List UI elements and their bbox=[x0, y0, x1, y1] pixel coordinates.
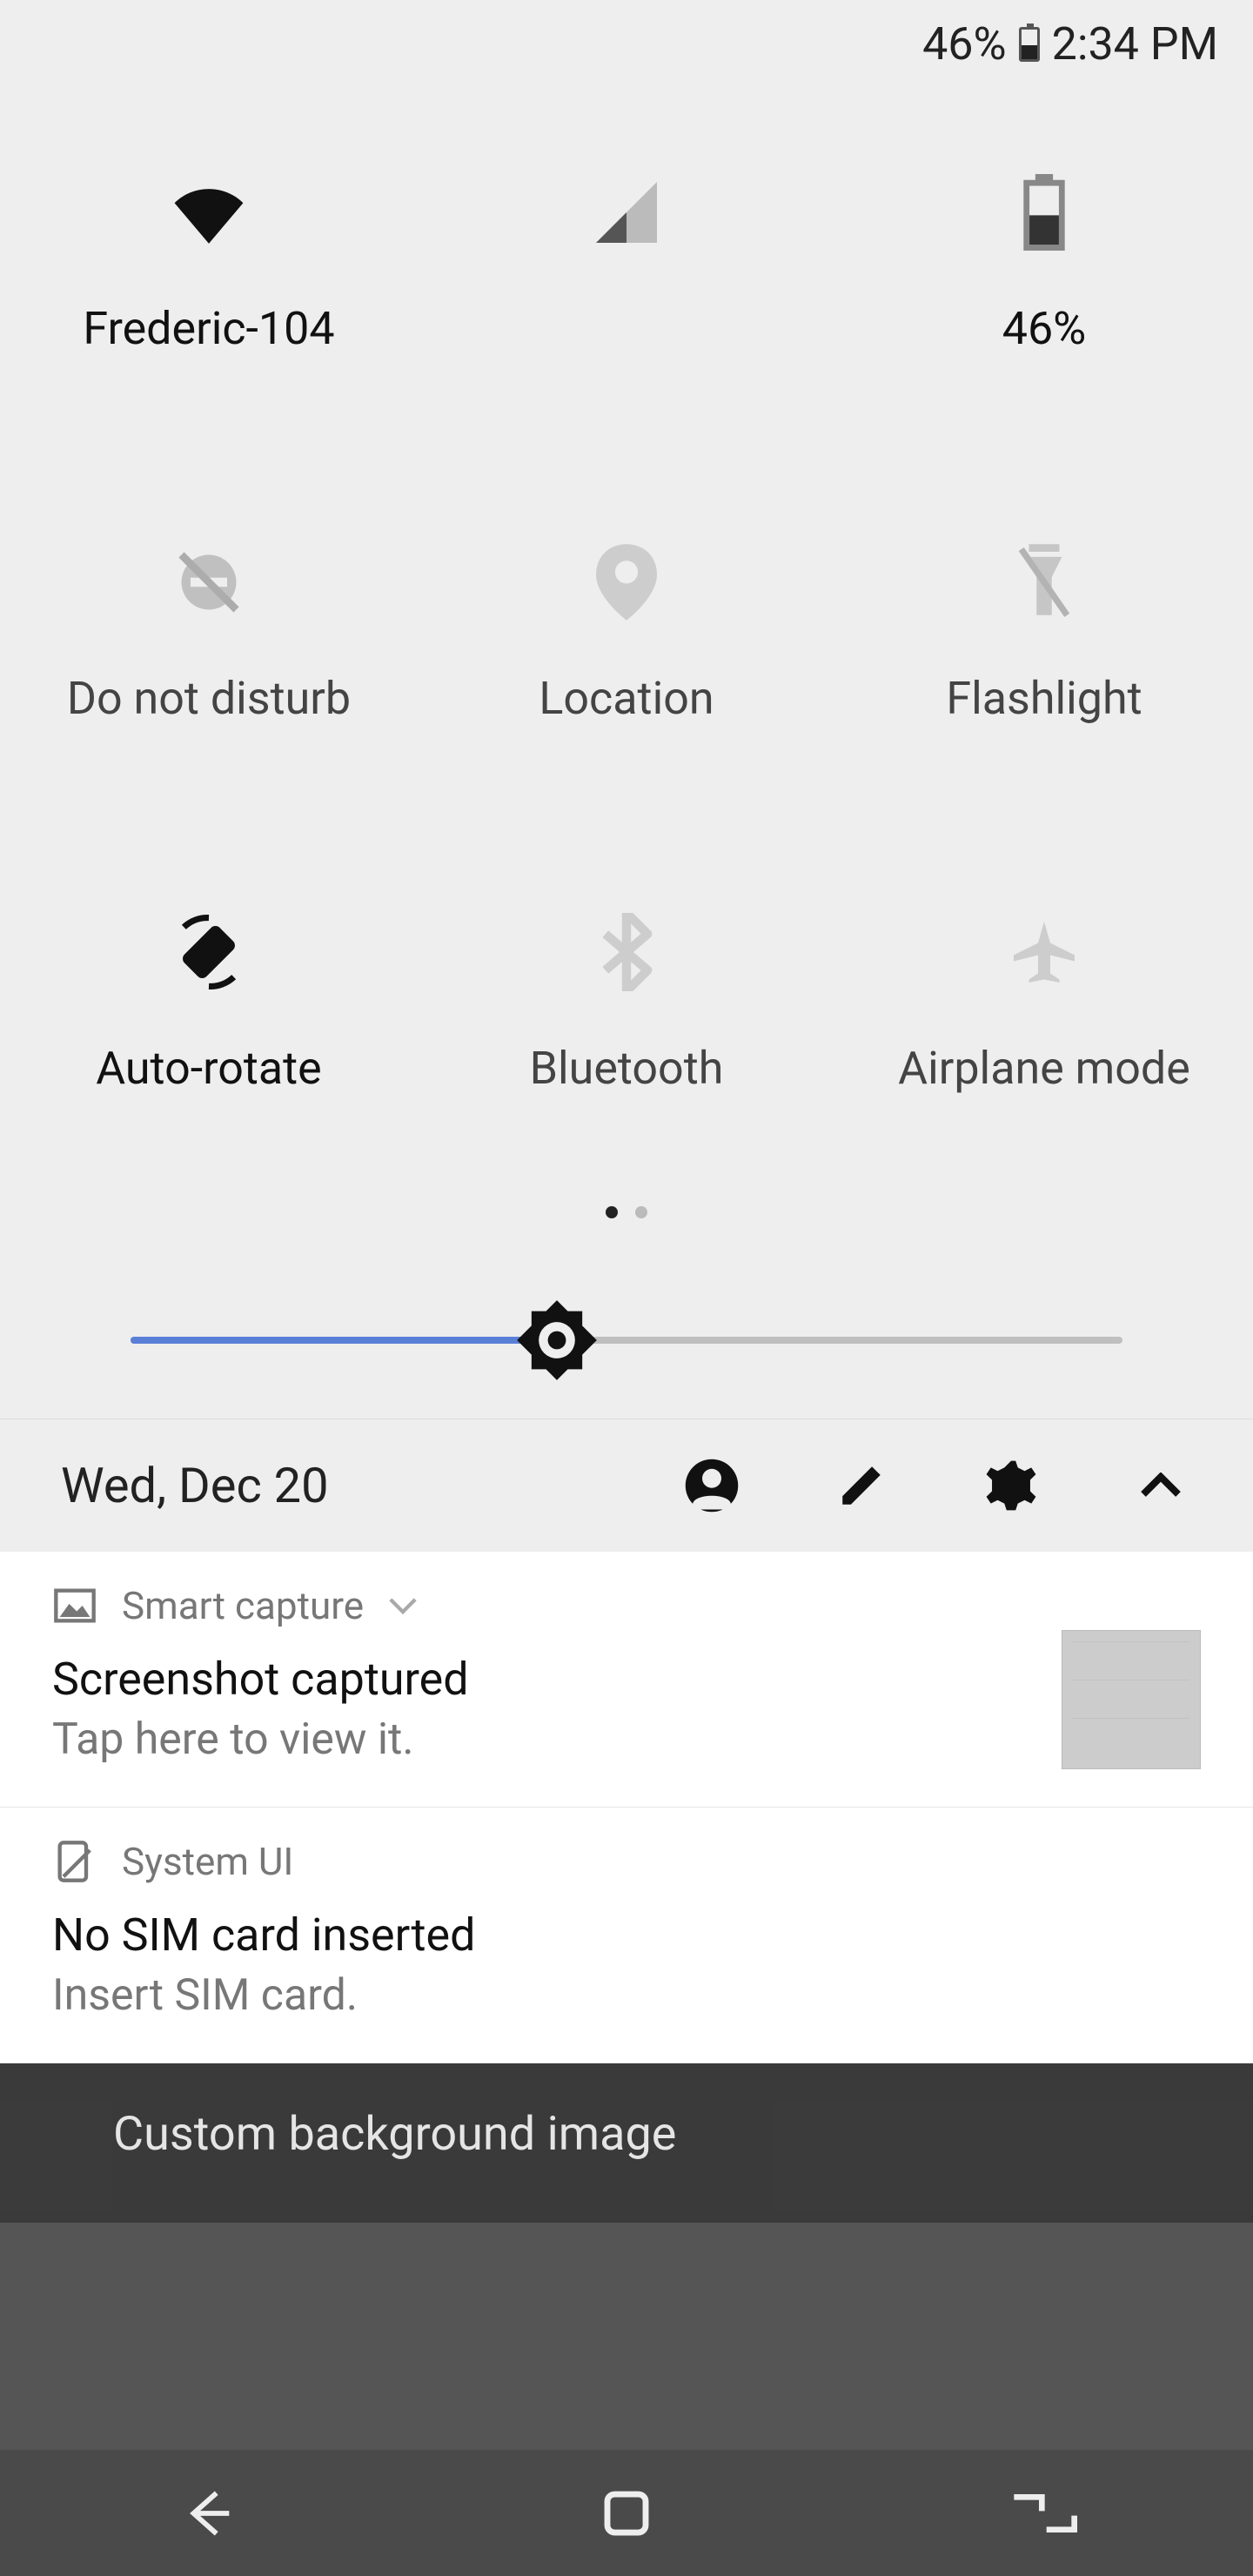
tile-label: Bluetooth bbox=[530, 1042, 724, 1095]
quick-tiles-grid: Frederic-104 46% Do not disturb bbox=[0, 79, 1253, 1189]
tile-label: Flashlight bbox=[946, 672, 1142, 725]
settings-button[interactable] bbox=[980, 1454, 1042, 1517]
notification-app: Smart capture bbox=[122, 1583, 364, 1628]
sim-missing-icon bbox=[52, 1839, 97, 1884]
tile-label: Frederic-104 bbox=[83, 302, 334, 355]
tile-cellular[interactable] bbox=[418, 79, 835, 449]
back-button[interactable] bbox=[157, 2474, 261, 2553]
quick-settings-panel: 46% 2:34 PM Frederic-104 4 bbox=[0, 0, 1253, 1552]
qs-footer: Wed, Dec 20 bbox=[0, 1419, 1253, 1552]
collapse-button[interactable] bbox=[1129, 1454, 1192, 1517]
picture-icon bbox=[52, 1583, 97, 1628]
notification-title: Screenshot captured bbox=[52, 1653, 1201, 1706]
tile-wifi[interactable]: Frederic-104 bbox=[0, 79, 418, 449]
notification-title: No SIM card inserted bbox=[52, 1909, 1201, 1962]
notification-subtitle: Tap here to view it. bbox=[52, 1714, 1201, 1765]
edit-button[interactable] bbox=[830, 1454, 893, 1517]
notification-list: Smart capture Screenshot captured Tap he… bbox=[0, 1552, 1253, 2063]
tile-label: Location bbox=[539, 672, 714, 725]
recents-button[interactable] bbox=[992, 2474, 1096, 2553]
tile-location[interactable]: Location bbox=[418, 449, 835, 819]
notification-app: System UI bbox=[122, 1839, 293, 1884]
chevron-down-icon[interactable] bbox=[388, 1596, 418, 1615]
dnd-icon bbox=[171, 545, 246, 620]
battery-icon bbox=[1019, 27, 1040, 62]
tile-flashlight[interactable]: Flashlight bbox=[835, 449, 1253, 819]
tile-label: Do not disturb bbox=[67, 672, 351, 725]
tile-autorotate[interactable]: Auto-rotate bbox=[0, 819, 418, 1189]
location-icon bbox=[589, 545, 664, 620]
brightness-thumb-icon[interactable] bbox=[513, 1297, 600, 1384]
background-peek-text: Custom background image bbox=[113, 2107, 676, 2162]
notification-subtitle: Insert SIM card. bbox=[52, 1970, 1201, 2021]
user-button[interactable] bbox=[680, 1454, 743, 1517]
tile-label: Airplane mode bbox=[898, 1042, 1190, 1095]
tile-battery[interactable]: 46% bbox=[835, 79, 1253, 449]
flashlight-icon bbox=[1007, 545, 1082, 620]
tile-label: Auto-rotate bbox=[96, 1042, 322, 1095]
nav-bar bbox=[0, 2450, 1253, 2576]
page-dot-2[interactable] bbox=[635, 1206, 647, 1218]
page-dot-1[interactable] bbox=[606, 1206, 618, 1218]
notification-item[interactable]: System UI No SIM card inserted Insert SI… bbox=[0, 1808, 1253, 2063]
tile-label: 46% bbox=[1002, 302, 1087, 355]
battery-tile-icon bbox=[1007, 175, 1082, 250]
notification-thumbnail bbox=[1062, 1630, 1201, 1769]
airplane-icon bbox=[1007, 915, 1082, 989]
signal-icon bbox=[589, 175, 664, 250]
date-label: Wed, Dec 20 bbox=[61, 1457, 593, 1514]
tile-bluetooth[interactable]: Bluetooth bbox=[418, 819, 835, 1189]
background-peek-row[interactable]: Custom background image bbox=[0, 2063, 1253, 2223]
brightness-slider[interactable] bbox=[0, 1262, 1253, 1419]
status-bar: 46% 2:34 PM bbox=[0, 0, 1253, 79]
bluetooth-icon bbox=[589, 915, 664, 989]
tile-airplane[interactable]: Airplane mode bbox=[835, 819, 1253, 1189]
wifi-icon bbox=[171, 175, 246, 250]
autorotate-icon bbox=[171, 915, 246, 989]
home-button[interactable] bbox=[574, 2474, 679, 2553]
notification-item[interactable]: Smart capture Screenshot captured Tap he… bbox=[0, 1552, 1253, 1808]
clock: 2:34 PM bbox=[1052, 17, 1218, 70]
page-indicator bbox=[0, 1189, 1253, 1262]
tile-dnd[interactable]: Do not disturb bbox=[0, 449, 418, 819]
battery-percent: 46% bbox=[922, 17, 1007, 70]
